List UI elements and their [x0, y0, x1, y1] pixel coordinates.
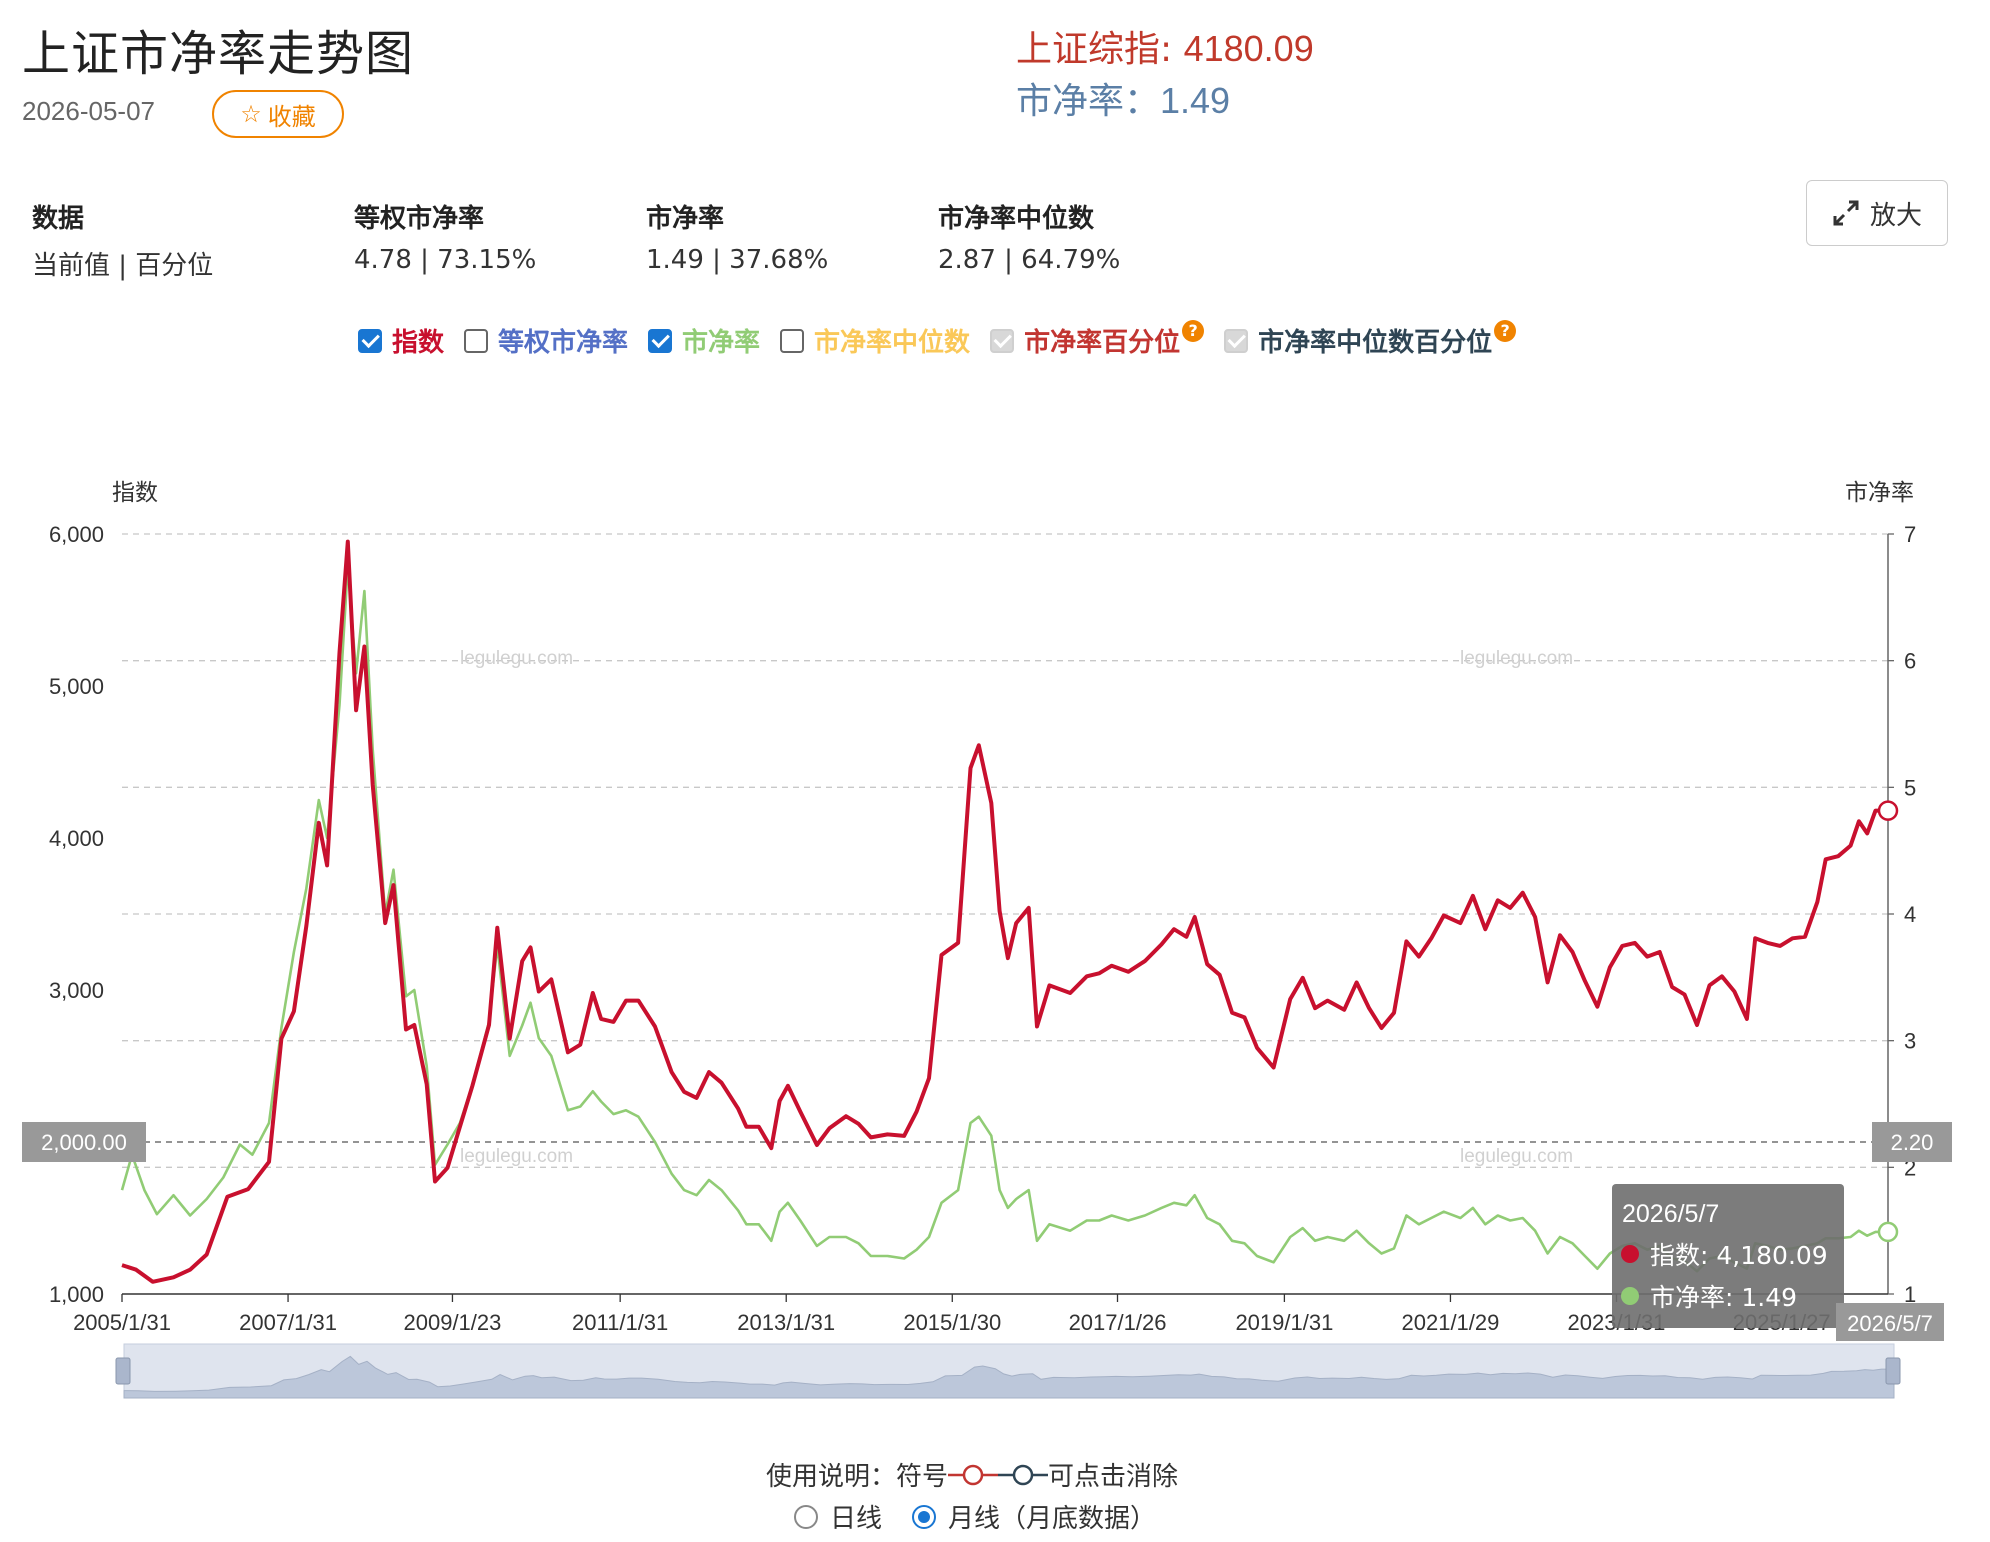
radio-daily-label: 日线	[830, 1504, 883, 1534]
usage-note-text: 使用说明：符号	[766, 1462, 949, 1492]
right-axis-title: 市净率	[1845, 480, 1914, 506]
left-tick-label: 4,000	[49, 826, 104, 851]
tooltip-index-dot	[1621, 1245, 1639, 1263]
left-tick-label: 1,000	[49, 1282, 104, 1307]
period-selector: 日线 月线（月底数据）	[794, 1498, 1156, 1535]
index-end-marker	[1877, 800, 1899, 821]
right-tick-label: 4	[1904, 902, 1916, 927]
left-axis-title: 指数	[112, 480, 158, 506]
usage-note: 使用说明：符号 可点击消除	[766, 1456, 1178, 1493]
tooltip-date: 2026/5/7	[1622, 1200, 1719, 1228]
left-tick-label: 5,000	[49, 674, 104, 699]
tooltip-index: 指数: 4,180.09	[1650, 1241, 1828, 1270]
crosshair-right-value: 2.20	[1891, 1130, 1934, 1155]
radio-monthly-label: 月线（月底数据）	[948, 1504, 1157, 1534]
watermark: legulegu.com	[1460, 648, 1573, 669]
x-tick-label: 2009/1/23	[404, 1310, 502, 1335]
usage-note-text-2: 可点击消除	[1048, 1462, 1179, 1492]
right-tick-label: 3	[1904, 1029, 1916, 1054]
symbol-red-icon	[948, 1464, 999, 1485]
zoom-handle-left[interactable]	[115, 1357, 131, 1385]
watermark: legulegu.com	[460, 1146, 573, 1167]
radio-monthly[interactable]	[912, 1504, 937, 1529]
x-tick-label: 2015/1/30	[903, 1310, 1001, 1335]
x-tick-label: 2019/1/31	[1235, 1310, 1333, 1335]
right-tick-label: 6	[1904, 649, 1916, 674]
watermark: legulegu.com	[1460, 1146, 1573, 1167]
tooltip-pb: 市净率: 1.49	[1650, 1283, 1797, 1312]
symbol-dark-icon	[998, 1464, 1049, 1485]
x-tick-label: 2021/1/29	[1402, 1310, 1500, 1335]
radio-daily[interactable]	[794, 1504, 818, 1529]
x-tick-label: 2017/1/26	[1069, 1310, 1167, 1335]
right-tick-label: 7	[1904, 522, 1916, 547]
x-tick-label: 2011/1/31	[572, 1310, 668, 1335]
series-line-index	[121, 539, 1888, 1284]
crosshair-date-value: 2026/5/7	[1847, 1311, 1933, 1336]
crosshair-left-value: 2,000.00	[41, 1130, 127, 1155]
right-tick-label: 5	[1904, 775, 1916, 800]
x-tick-label: 2005/1/31	[73, 1310, 171, 1335]
x-tick-label: 2013/1/31	[737, 1310, 835, 1335]
zoom-handle-right[interactable]	[1885, 1357, 1901, 1385]
left-tick-label: 6,000	[49, 522, 104, 547]
pb-end-marker	[1877, 1221, 1899, 1243]
chart-canvas[interactable]: 指数市净率12345671,0002,0003,0004,0005,0006,0…	[0, 0, 1990, 1542]
left-tick-label: 3,000	[49, 978, 104, 1003]
tooltip-pb-dot	[1621, 1287, 1639, 1305]
x-tick-label: 2007/1/31	[239, 1310, 337, 1335]
watermark: legulegu.com	[460, 648, 573, 669]
